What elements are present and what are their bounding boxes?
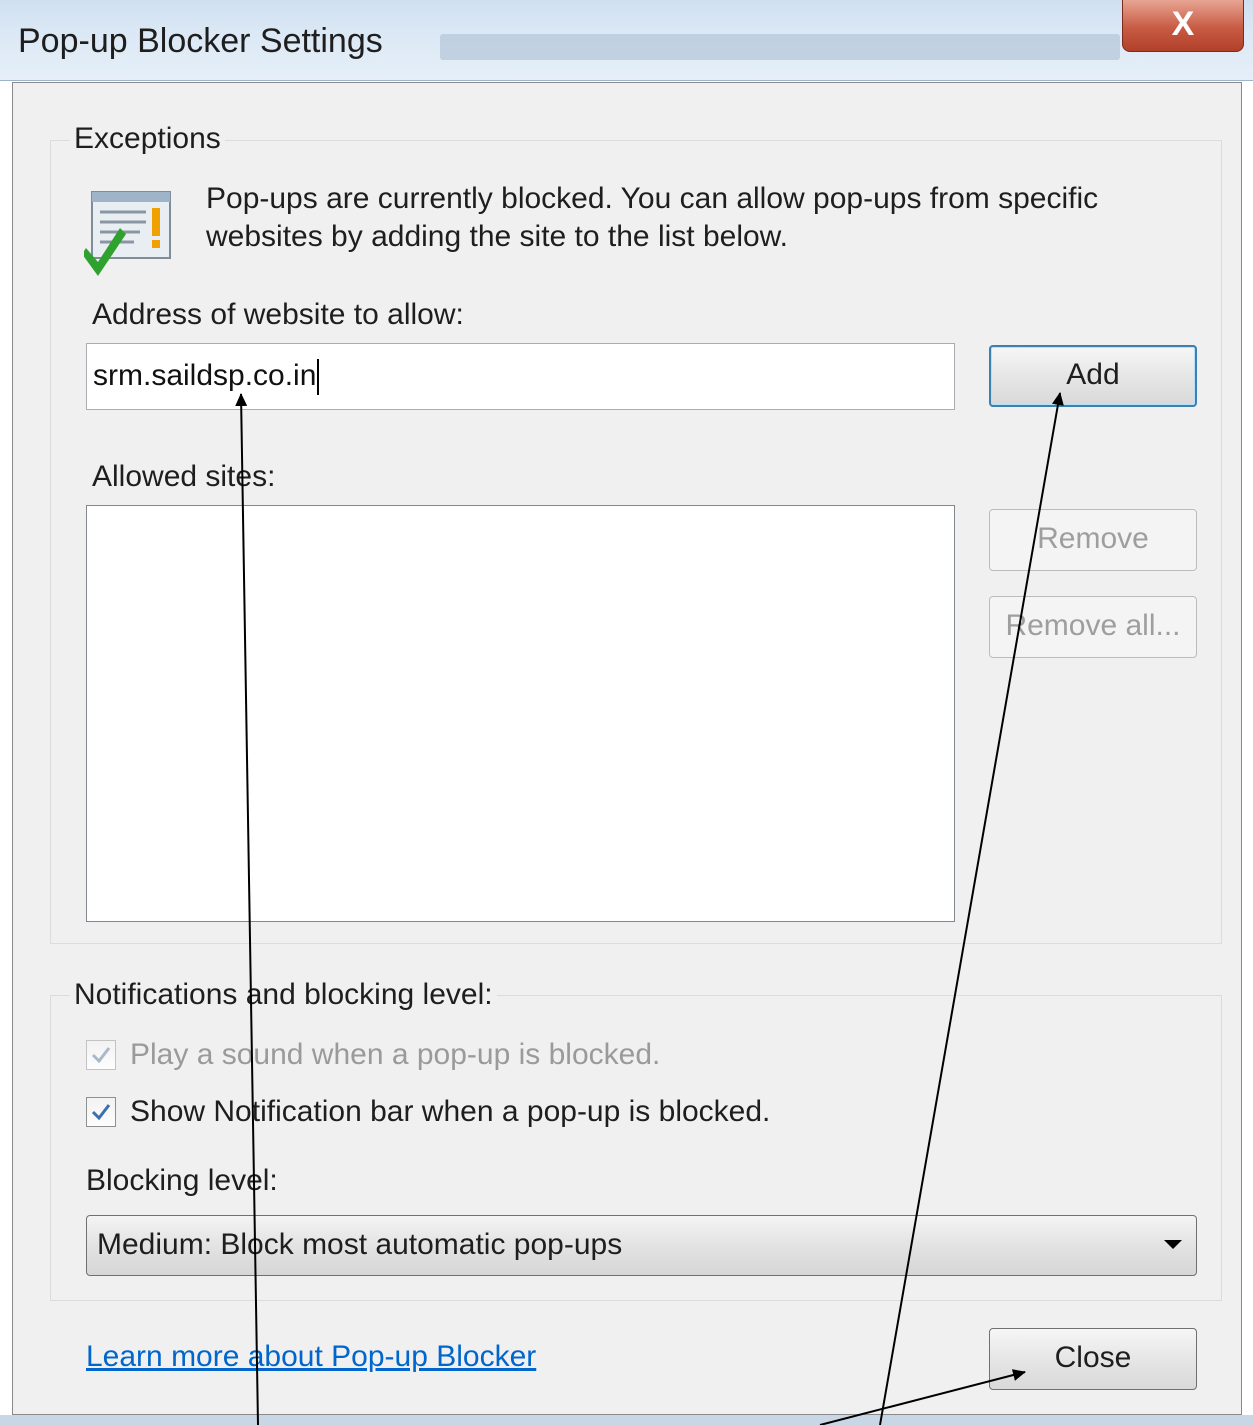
blocking-level-select[interactable]: Medium: Block most automatic pop-ups (86, 1215, 1197, 1276)
show-notification-bar-label: Show Notification bar when a pop-up is b… (130, 1095, 771, 1128)
close-button[interactable]: Close (989, 1328, 1197, 1390)
text-caret (317, 359, 320, 396)
address-label: Address of website to allow: (92, 298, 464, 331)
allowed-sites-list[interactable] (86, 505, 955, 922)
title-bar: Pop-up Blocker Settings X (0, 0, 1253, 81)
window-bottom-border (0, 1415, 1253, 1425)
blocking-level-value: Medium: Block most automatic pop-ups (97, 1228, 623, 1261)
background-tabs (440, 34, 1120, 60)
allowed-sites-label: Allowed sites: (92, 460, 276, 493)
learn-more-link[interactable]: Learn more about Pop-up Blocker (86, 1338, 536, 1376)
close-icon: X (1171, 5, 1195, 43)
add-button[interactable]: Add (989, 345, 1197, 407)
chevron-down-icon (1164, 1240, 1182, 1249)
popup-info-text: Pop-ups are currently blocked. You can a… (206, 182, 1099, 253)
shield-check-warning-icon (82, 188, 174, 280)
show-notification-bar-checkbox[interactable] (86, 1097, 116, 1127)
remove-all-button[interactable]: Remove all... (989, 596, 1197, 658)
address-input[interactable]: srm.saildsp.co.in (86, 343, 955, 410)
play-sound-checkbox[interactable] (86, 1040, 116, 1070)
close-window-button[interactable]: X (1122, 0, 1244, 52)
play-sound-label: Play a sound when a pop-up is blocked. (130, 1038, 661, 1071)
checkmark-icon (91, 1104, 111, 1121)
remove-button[interactable]: Remove (989, 509, 1197, 571)
exceptions-group-label: Exceptions (70, 121, 225, 157)
window-title: Pop-up Blocker Settings (18, 22, 383, 60)
notifications-group-label: Notifications and blocking level: (70, 977, 497, 1013)
checkmark-icon (91, 1047, 111, 1064)
address-input-value: srm.saildsp.co.in (93, 359, 317, 392)
blocking-level-label: Blocking level: (86, 1164, 278, 1197)
